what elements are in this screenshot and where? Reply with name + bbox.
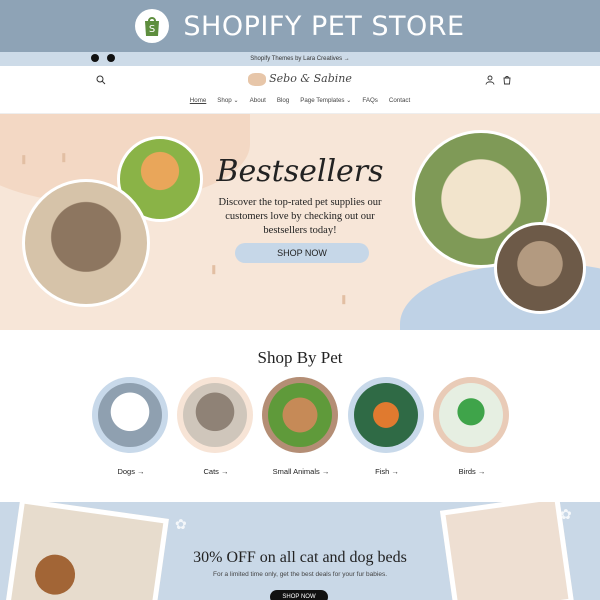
pet-category-fish[interactable]: Fish → — [348, 377, 426, 477]
hero-section: ❚ ❚ ❚ ❚ Bestsellers Discover the top-rat… — [0, 114, 600, 330]
clownfish-photo — [354, 383, 418, 447]
cat-photo — [183, 383, 247, 447]
hero-shop-now-button[interactable]: SHOP NOW — [235, 243, 369, 263]
shop-by-pet-title: Shop By Pet — [257, 348, 343, 367]
pet-label[interactable]: Birds → — [433, 467, 511, 476]
banner-title: SHOPIFY PET STORE — [183, 10, 465, 42]
dog-photo — [98, 383, 162, 447]
pet-category-dogs[interactable]: Dogs → — [92, 377, 170, 477]
promo-headline: 30% OFF on all cat and dog beds — [193, 549, 407, 566]
pet-ring — [262, 377, 338, 453]
svg-text:S: S — [149, 24, 155, 35]
hero-heading: Bestsellers — [216, 154, 384, 189]
brand-name: Sebo & Sabine — [269, 72, 352, 85]
kitten-photo — [494, 222, 586, 314]
site-header: Sebo & Sabine Home Shop ⌄ About Blog Pag… — [0, 66, 600, 114]
nav-contact[interactable]: Contact — [389, 97, 410, 104]
nav-home[interactable]: Home — [190, 97, 207, 104]
shopify-bag-icon: S — [135, 9, 170, 43]
nav-about[interactable]: About — [250, 97, 266, 104]
shop-by-pet-list: Dogs → Cats → Small Animals → Fish → Bir… — [0, 377, 600, 477]
parrot-photo — [439, 383, 503, 447]
guinea-pig-photo — [268, 383, 332, 447]
pet-ring — [177, 377, 253, 453]
hero-description: Discover the top-rated pet supplies our … — [218, 197, 382, 236]
pinterest-icon[interactable] — [107, 54, 115, 62]
pet-category-birds[interactable]: Birds → — [433, 377, 511, 477]
pet-ring — [348, 377, 424, 453]
facebook-icon[interactable] — [91, 54, 99, 62]
pet-ring — [92, 377, 168, 453]
tabby-cat-photo — [22, 179, 150, 307]
announcement-bar: Shopify Themes by Lara Creatives → — [0, 52, 600, 66]
paw-print-icon: ❚ — [340, 294, 348, 304]
paw-print-icon: ❚ — [210, 264, 218, 274]
nav-shop[interactable]: Shop ⌄ — [217, 97, 238, 104]
nav-faqs[interactable]: FAQs — [362, 97, 377, 104]
nav-page-templates[interactable]: Page Templates ⌄ — [300, 97, 351, 104]
pet-category-cats[interactable]: Cats → — [177, 377, 255, 477]
pet-label[interactable]: Small Animals → — [262, 467, 340, 476]
account-icon[interactable] — [485, 75, 495, 85]
promo-shop-now-button[interactable]: SHOP NOW — [270, 590, 328, 600]
promo-subtext: For a limited time only, get the best de… — [212, 571, 388, 578]
pet-category-small-animals[interactable]: Small Animals → — [262, 377, 340, 477]
promo-section: ✿ ✿ 30% OFF on all cat and dog beds For … — [0, 502, 600, 600]
social-links — [91, 54, 115, 62]
paw-print-icon: ✿ — [175, 516, 187, 532]
pet-ring — [433, 377, 509, 453]
pet-label[interactable]: Cats → — [177, 467, 255, 476]
pets-logo-icon — [248, 72, 267, 86]
store-banner: S SHOPIFY PET STORE — [0, 0, 600, 52]
main-navigation: Home Shop ⌄ About Blog Page Templates ⌄ … — [0, 97, 600, 104]
pet-label[interactable]: Dogs → — [92, 467, 170, 476]
announcement-link[interactable]: Shopify Themes by Lara Creatives → — [250, 56, 350, 62]
cart-icon[interactable] — [502, 75, 512, 85]
nav-blog[interactable]: Blog — [277, 97, 289, 104]
pet-label[interactable]: Fish → — [348, 467, 426, 476]
